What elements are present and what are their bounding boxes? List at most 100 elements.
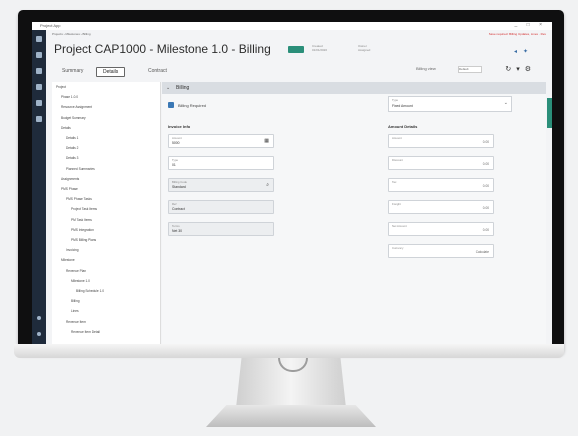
field-value: 0.00 (482, 162, 489, 166)
calendar-icon[interactable]: ▦ (264, 138, 269, 144)
tree-item[interactable]: Project (56, 85, 66, 89)
tree-item[interactable]: PMS Integration (71, 228, 94, 232)
list-icon[interactable] (36, 84, 42, 90)
tree-item[interactable]: Assignments (61, 177, 79, 181)
tree-item[interactable]: Invoicing (66, 248, 79, 252)
view-label: Billing view (416, 66, 436, 71)
settings-icon[interactable]: ⚙ (525, 66, 536, 73)
form-field[interactable]: Ref Contract (168, 200, 274, 214)
tree-item[interactable]: Resource Assignment (61, 105, 92, 109)
save-warning[interactable]: Save required: Billing Updates, Lines · … (489, 32, 546, 36)
field-value: Standard (172, 185, 186, 189)
form-field[interactable]: Terms Net 30 (168, 222, 274, 236)
field-value: 0.00 (482, 184, 489, 188)
form-field[interactable]: Billing Code Standard ⌕ (168, 178, 274, 192)
settings-icon[interactable] (36, 100, 42, 106)
tree-item[interactable]: Project Task Items (71, 207, 97, 211)
tree-item[interactable]: Revenue Plan (66, 269, 86, 273)
chevron-down-icon[interactable]: ⌄ (166, 85, 170, 91)
field-label: Type (172, 158, 179, 162)
field-label: Terms (172, 224, 180, 228)
field-value: Calculate (475, 250, 489, 254)
field-label: Currency (392, 246, 404, 250)
tree-item[interactable]: Planned Summaries (66, 167, 95, 171)
field-label: Amount (172, 136, 182, 140)
invoice-type-select[interactable]: Type Fixed Amount ⌄ (388, 96, 512, 112)
home-icon[interactable] (36, 36, 42, 42)
form-field[interactable]: Tax 0.00 (388, 178, 494, 192)
field-value: 0.00 (482, 206, 489, 210)
tree-item[interactable]: Details 1 (66, 136, 78, 140)
field-label: Freight (392, 202, 401, 206)
page-title: Project CAP1000 - Milestone 1.0 - Billin… (54, 42, 271, 56)
field-label: Net Amount (392, 224, 407, 228)
tree-item[interactable]: Milestone 1.0 (71, 279, 90, 283)
billing-required-label: Billing Required (178, 103, 207, 108)
left-heading: Invoice Info (168, 124, 191, 129)
form-field[interactable]: Type 01 (168, 156, 274, 170)
form-field[interactable]: Amount 5000 ▦ (168, 134, 274, 148)
tree-item[interactable]: PMS Phase Tasks (66, 197, 92, 201)
meta-value: Assigned (358, 48, 371, 52)
field-value: 0.00 (482, 140, 489, 144)
form-field[interactable]: Currency Calculate (388, 244, 494, 258)
field-label: Ref (172, 202, 177, 206)
tab-details[interactable]: Details (96, 67, 126, 77)
refresh-icon[interactable]: ↻ (505, 66, 516, 73)
field-value: 0.00 (482, 228, 489, 232)
tree-item[interactable]: Revenue Item (66, 320, 86, 324)
filter-icon[interactable]: ▾ (516, 66, 525, 73)
form-field[interactable]: Amount 0.00 (388, 134, 494, 148)
breadcrumb[interactable]: Projects › Milestones › Billing (52, 32, 91, 36)
share-icon[interactable]: ◂ (514, 49, 523, 55)
projects-icon[interactable] (36, 52, 42, 58)
form-field[interactable]: Net Amount 0.00 (388, 222, 494, 236)
billing-content: ⌄ Billing Billing Required Type Fixed Am… (162, 82, 546, 344)
tree-item[interactable]: Billing (71, 299, 80, 303)
view-select[interactable]: Default (458, 66, 482, 73)
tree-item[interactable]: PMS Phase (61, 187, 78, 191)
field-label: Type (392, 98, 399, 102)
tree-item[interactable]: Budget Summary (61, 116, 86, 120)
tab-contract[interactable]: Contract (148, 66, 167, 76)
tab-summary[interactable]: Summary (62, 66, 83, 76)
tree-item[interactable]: Details (61, 126, 71, 130)
chevron-down-icon: ⌄ (503, 100, 508, 106)
app-screen: Project App _ □ × Projects › Milestones … (32, 22, 552, 344)
pin-icon[interactable]: ✦ (523, 49, 534, 55)
field-label: Billing Code (172, 180, 187, 184)
header-actions: ◂✦ (514, 48, 534, 55)
field-value: Contract (172, 207, 185, 211)
section-label: Billing (176, 85, 190, 91)
project-tree: Project Phase 1.0.0 Resource Assignment Bud… (52, 82, 161, 344)
tree-item[interactable]: Phase 1.0.0 (61, 95, 78, 99)
window-controls[interactable]: _ □ × (515, 22, 547, 28)
monitor-stand-base (206, 405, 376, 427)
tree-item[interactable]: Billing Schedule 1.0 (76, 289, 104, 293)
field-value: Net 30 (172, 229, 182, 233)
reports-icon[interactable] (36, 116, 42, 122)
tree-item[interactable]: Details 3 (66, 156, 78, 160)
time-icon[interactable] (36, 68, 42, 74)
tree-item[interactable]: Lines (71, 309, 79, 313)
tree-item[interactable]: Milestone (61, 258, 75, 262)
tree-item[interactable]: PMS Billing Plans (71, 238, 96, 242)
billing-required-checkbox[interactable] (168, 102, 174, 108)
tree-item[interactable]: Revenue Item Detail (71, 330, 100, 334)
main-area: Projects › Milestones › Billing Save req… (46, 30, 552, 344)
form-field[interactable]: Discount 0.00 (388, 156, 494, 170)
field-value: 5000 (172, 141, 180, 145)
search-icon[interactable]: ⌕ (266, 182, 269, 188)
section-header[interactable]: ⌄ Billing (162, 82, 546, 94)
field-label: Amount (392, 136, 402, 140)
form-field[interactable]: Freight 0.00 (388, 200, 494, 214)
user-icon[interactable] (37, 316, 41, 320)
tree-item[interactable]: Details 2 (66, 146, 78, 150)
field-label: Tax (392, 180, 397, 184)
side-panel-tab[interactable] (547, 98, 552, 128)
field-label: Discount (392, 158, 403, 162)
tree-item[interactable]: PM Task Items (71, 218, 92, 222)
help-icon[interactable] (37, 332, 41, 336)
status-badge (288, 46, 304, 53)
app-navigation-rail (32, 30, 46, 344)
